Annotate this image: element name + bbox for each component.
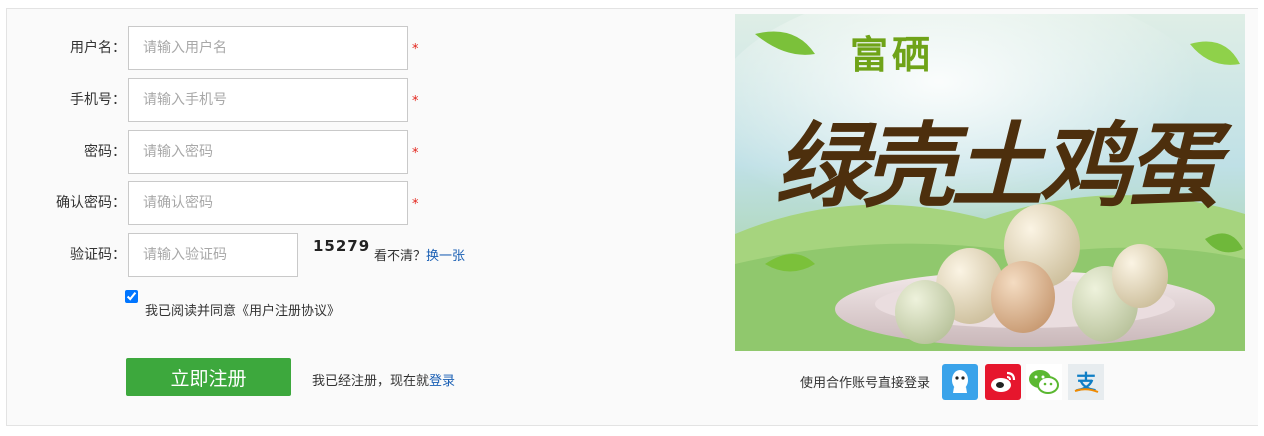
captcha-label: 验证码： — [70, 247, 126, 263]
confirm-password-input[interactable] — [128, 181, 408, 225]
phone-required-mark: * — [412, 94, 419, 109]
login-hint-text: 我已经注册，现在就 — [312, 374, 430, 389]
username-required-mark: * — [412, 42, 419, 57]
agreement-checkbox[interactable] — [125, 290, 138, 303]
captcha-hint: 看不清？换一张 — [374, 245, 465, 264]
password-input[interactable] — [128, 130, 408, 174]
username-label: 用户名： — [70, 40, 126, 56]
social-login-label: 使用合作账号直接登录 — [800, 376, 931, 391]
agreement-text[interactable]: 我已阅读并同意《用户注册协议》 — [145, 300, 340, 319]
refresh-captcha-link[interactable]: 换一张 — [426, 249, 465, 264]
confirm-password-label: 确认密码： — [56, 195, 126, 211]
captcha-input[interactable] — [128, 233, 298, 277]
weibo-icon[interactable] — [985, 364, 1021, 400]
alipay-icon[interactable]: 支 — [1068, 364, 1104, 400]
product-banner: 富硒 绿壳土鸡蛋 — [735, 14, 1245, 351]
captcha-code[interactable]: 15279 — [313, 237, 370, 255]
qq-icon[interactable] — [942, 364, 978, 400]
banner-title-large: 绿壳土鸡蛋 — [775, 112, 1219, 220]
wechat-icon[interactable] — [1026, 364, 1062, 400]
register-button[interactable]: 立即注册 — [126, 358, 291, 396]
captcha-hint-text: 看不清？ — [374, 249, 427, 264]
confirm-password-required-mark: * — [412, 197, 419, 212]
phone-label: 手机号： — [70, 92, 126, 108]
username-input[interactable] — [128, 26, 408, 70]
password-label: 密码： — [84, 144, 126, 160]
login-link[interactable]: 登录 — [429, 374, 455, 389]
login-hint: 我已经注册，现在就登录 — [312, 370, 455, 389]
captcha-row: 验证码： 15279 看不清？换一张 — [6, 233, 486, 277]
password-required-mark: * — [412, 146, 419, 161]
banner-title-small: 富硒 — [850, 32, 935, 77]
phone-input[interactable] — [128, 78, 408, 122]
